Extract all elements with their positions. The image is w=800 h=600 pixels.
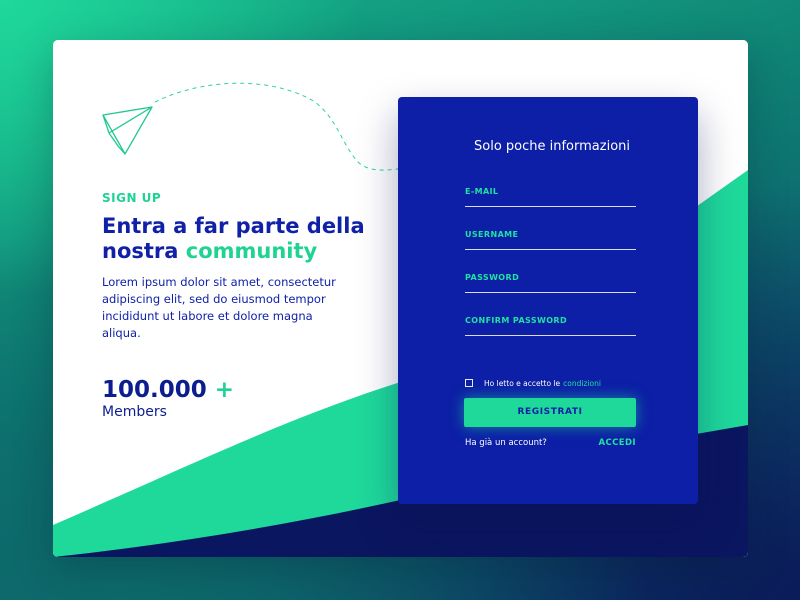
signup-eyebrow: SIGN UP: [102, 191, 162, 205]
members-count-plus: +: [214, 377, 235, 403]
signup-form-panel: Solo poche informazioni E-MAIL USERNAME …: [398, 97, 698, 504]
hero-description: Lorem ipsum dolor sit amet, consectetur …: [102, 275, 336, 340]
hero-headline: Entra a far parte della nostra community: [102, 214, 392, 264]
username-input[interactable]: [465, 230, 636, 248]
confirm-password-field[interactable]: CONFIRM PASSWORD: [465, 316, 636, 336]
signin-link[interactable]: ACCEDI: [599, 438, 636, 448]
email-field[interactable]: E-MAIL: [465, 187, 636, 207]
signin-prompt: Ha già un account?: [465, 438, 547, 448]
members-label: Members: [102, 404, 167, 420]
email-input[interactable]: [465, 187, 636, 205]
terms-conditions-link[interactable]: condizioni: [563, 379, 601, 388]
members-count-value: 100.000: [102, 377, 207, 403]
terms-consent-text: Ho letto e accetto le: [484, 378, 561, 388]
signin-row: Ha già un account? ACCEDI: [465, 438, 636, 450]
register-button[interactable]: REGISTRATI: [464, 398, 636, 427]
password-field[interactable]: PASSWORD: [465, 273, 636, 293]
terms-consent-row: Ho letto e accetto le condizioni: [465, 377, 601, 389]
signup-card: SIGN UP Entra a far parte della nostra c…: [53, 40, 748, 557]
password-input[interactable]: [465, 273, 636, 291]
confirm-password-input[interactable]: [465, 316, 636, 334]
paper-plane-icon: [102, 106, 153, 155]
username-field[interactable]: USERNAME: [465, 230, 636, 250]
headline-accent: community: [185, 239, 318, 263]
members-count: 100.000 +: [102, 377, 234, 403]
terms-checkbox[interactable]: [465, 379, 473, 387]
form-title: Solo poche informazioni: [474, 139, 630, 154]
